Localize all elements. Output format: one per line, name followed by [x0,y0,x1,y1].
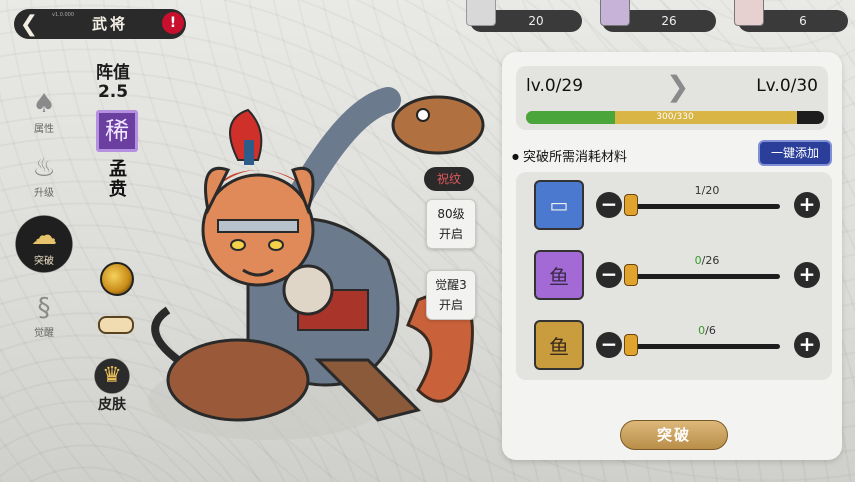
pattern-tab[interactable]: 祝纹 [424,167,474,191]
purple-sack-icon[interactable]: 鱼 [534,250,584,300]
material-row: 鱼 − 0/6 + [516,316,832,376]
quantity-slider[interactable] [634,344,780,349]
material-glyph: ▭ [549,193,569,217]
hero-illustration [148,87,485,440]
slider-handle[interactable] [624,264,638,286]
slider-handle[interactable] [624,194,638,216]
plus-button[interactable]: + [794,192,820,218]
gold-sack-icon[interactable]: 鱼 [534,320,584,370]
breakthrough-panel: lv.0/29 ❯ Lv.0/30 300/330 突破所需消耗材料 一键添加 … [502,52,842,460]
material-row: ▭ − 1/20 + [516,176,832,236]
current-level: lv.0/29 [526,76,584,96]
unlock-status: 开启 [438,227,463,241]
quantity-slider[interactable] [634,274,780,279]
material-glyph: 鱼 [549,334,569,359]
cat-head-icon: ♠ [32,88,56,119]
plus-button[interactable]: + [794,332,820,358]
silver-plate-icon[interactable]: ▭ [534,180,584,230]
materials-heading: 突破所需消耗材料 [512,146,627,165]
cloud-icon: ☁ [31,220,57,251]
slider-handle[interactable] [624,334,638,356]
gold-sack-icon [734,0,764,26]
material-need: /26 [701,254,720,267]
breakthrough-button[interactable]: 突破 [620,420,728,450]
minus-button[interactable]: − [596,262,622,288]
silver-plate-icon [466,0,496,26]
exp-text: 300/330 [656,112,694,122]
material-glyph: 鱼 [549,264,569,289]
chevron-right-icon: ❯ [666,70,690,103]
quantity-slider[interactable] [634,204,780,209]
exp-bar: 300/330 [526,111,824,124]
resource-count: 6 [799,14,807,28]
nav-item-awaken[interactable]: § 觉醒 [12,284,76,348]
level-box: lv.0/29 ❯ Lv.0/30 300/330 [516,66,828,130]
alert-icon[interactable]: ! [162,12,184,34]
version-tag: v1.0.000 [52,12,75,18]
material-count: 0/26 [634,254,780,267]
unlock-status: 开启 [438,298,463,312]
unlock-card-awaken[interactable]: 觉醒3 开启 [426,270,476,320]
nav-label: 突破 [34,255,54,267]
dragon-icon: § [37,292,51,323]
nav-item-breakthrough[interactable]: ☁ 突破 [12,212,76,276]
material-need: /6 [705,324,716,337]
purple-sack-icon [600,0,630,26]
nav-item-upgrade[interactable]: ♨ 升级 [12,144,76,208]
material-count: 1/20 [634,184,780,197]
material-count: 0/6 [634,324,780,337]
plus-button[interactable]: + [794,262,820,288]
top-title-bar: ❮ v1.0.000 武将 ! [14,9,186,39]
nav-label: 觉醒 [34,327,54,339]
minus-button[interactable]: − [596,192,622,218]
material-need: /20 [701,184,720,197]
unlock-condition: 80级 [437,207,465,221]
chevron-left-icon: ❮ [19,11,39,37]
flame-icon: ♨ [32,152,56,183]
resource-count: 20 [528,14,544,28]
nav-item-attributes[interactable]: ♠ 属性 [12,80,76,144]
materials-list: ▭ − 1/20 + 鱼 − 0/26 + 鱼 − 0/6 + [516,172,832,380]
material-have: 0 [694,254,702,267]
nav-label: 升级 [34,187,54,199]
unlock-condition: 觉醒3 [435,278,467,292]
unlock-card-level[interactable]: 80级 开启 [426,199,476,249]
material-have: 1 [694,184,702,197]
resource-count: 26 [661,14,677,28]
add-all-button[interactable]: 一键添加 [758,140,832,166]
nav-label: 属性 [34,123,54,135]
page-title: 武将 [92,15,129,33]
minus-button[interactable]: − [596,332,622,358]
back-button[interactable]: ❮ [14,9,44,39]
next-level: Lv.0/30 [756,76,818,96]
material-row: 鱼 − 0/26 + [516,246,832,306]
